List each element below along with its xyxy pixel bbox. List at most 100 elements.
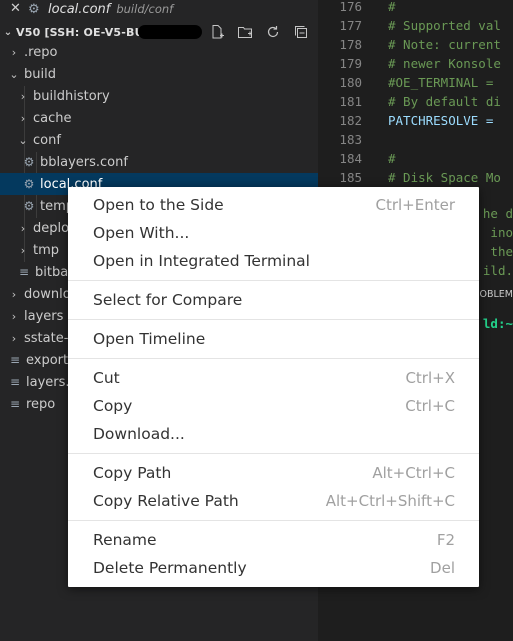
menu-item-shortcut: Ctrl+X <box>405 369 455 387</box>
menu-item-label: Download... <box>93 425 185 443</box>
line-text: # Disk Space Mo <box>388 170 501 185</box>
chevron-right-icon: › <box>20 221 26 235</box>
chevron-right-icon: › <box>11 45 17 59</box>
menu-item-open-integrated-terminal[interactable]: Open in Integrated Terminal <box>68 247 479 275</box>
chevron-down-icon: ⌄ <box>18 133 28 147</box>
chevron-right-icon: › <box>11 287 17 301</box>
terminal-prompt: ld:~ <box>482 316 513 331</box>
menu-item-open-to-side[interactable]: Open to the Side Ctrl+Enter <box>68 191 479 219</box>
settings-file-icon: ⚙ <box>23 177 35 191</box>
line-number: 185 <box>339 170 362 185</box>
chevron-right-icon: › <box>20 243 26 257</box>
menu-item-rename[interactable]: Rename F2 <box>68 526 479 554</box>
context-menu: Open to the Side Ctrl+Enter Open With...… <box>68 187 479 587</box>
tree-item-label: buildhistory <box>33 88 110 104</box>
menu-item-shortcut: Ctrl+Enter <box>375 196 455 214</box>
tree-item-cache[interactable]: › cache <box>0 107 318 129</box>
menu-item-label: Open to the Side <box>93 196 224 214</box>
open-editor-file-name: local.conf <box>48 1 111 17</box>
tree-item-label: downlo <box>24 286 71 302</box>
line-text: the <box>490 244 513 259</box>
menu-item-label: Rename <box>93 531 157 549</box>
tree-item-bblayers-conf[interactable]: ⚙ bblayers.conf <box>0 151 318 173</box>
menu-separator <box>68 453 479 454</box>
tree-item-build[interactable]: ⌄ build <box>0 63 318 85</box>
new-folder-icon[interactable] <box>236 23 254 41</box>
tab-problems[interactable]: OBLEM <box>480 289 513 300</box>
line-text: # newer Konsole <box>388 56 501 71</box>
code-line: 179 # newer Konsole <box>318 54 513 73</box>
line-text: # By default di <box>388 94 501 109</box>
refresh-icon[interactable] <box>264 23 282 41</box>
code-line: 180 #OE_TERMINAL = <box>318 73 513 92</box>
line-number: 183 <box>339 132 362 147</box>
tree-item-label: build <box>24 66 56 82</box>
menu-item-select-for-compare[interactable]: Select for Compare <box>68 286 479 314</box>
line-text: # Supported val <box>388 18 501 33</box>
menu-item-delete-permanently[interactable]: Delete Permanently Del <box>68 554 479 582</box>
menu-item-label: Copy <box>93 397 133 415</box>
code-line: 184 # <box>318 149 513 168</box>
menu-item-shortcut: Alt+Ctrl+C <box>372 464 455 482</box>
menu-item-label: Open With... <box>93 224 190 242</box>
menu-item-shortcut: Ctrl+C <box>405 397 455 415</box>
chevron-right-icon: › <box>20 89 26 103</box>
code-line: 185 # Disk Space Mo <box>318 168 513 187</box>
line-number: 178 <box>339 37 362 52</box>
menu-separator <box>68 358 479 359</box>
tree-item-label: conf <box>33 132 61 148</box>
code-line: 176 # <box>318 0 513 16</box>
close-icon[interactable]: ✕ <box>10 0 26 18</box>
lines-file-icon: ≡ <box>9 353 21 367</box>
menu-item-label: Open in Integrated Terminal <box>93 252 310 270</box>
tree-item-label: cache <box>33 110 72 126</box>
menu-item-label: Copy Relative Path <box>93 492 239 510</box>
menu-item-copy[interactable]: Copy Ctrl+C <box>68 392 479 420</box>
line-number: 181 <box>339 94 362 109</box>
tree-item-buildhistory[interactable]: › buildhistory <box>0 85 318 107</box>
collapse-all-icon[interactable] <box>292 23 310 41</box>
tree-item-label: export <box>26 352 69 368</box>
menu-item-shortcut: Del <box>430 559 455 577</box>
line-text: # <box>388 151 396 166</box>
menu-item-shortcut: Alt+Ctrl+Shift+C <box>325 492 455 510</box>
menu-item-label: Copy Path <box>93 464 172 482</box>
chevron-right-icon: › <box>11 331 17 345</box>
lines-file-icon: ≡ <box>18 265 30 279</box>
tree-item-label: repo <box>26 396 56 412</box>
tree-item-label: tmp <box>33 242 60 258</box>
tree-item-label: layers <box>24 308 64 324</box>
menu-separator <box>68 280 479 281</box>
code-line: 182 PATCHRESOLVE = <box>318 111 513 130</box>
tree-item-label: .repo <box>24 44 58 60</box>
menu-item-open-with[interactable]: Open With... <box>68 219 479 247</box>
line-text: # <box>388 0 396 14</box>
line-number: 176 <box>339 0 362 14</box>
menu-item-label: Select for Compare <box>93 291 243 309</box>
line-text: ino <box>490 225 513 240</box>
tree-item-conf[interactable]: ⌄ conf <box>0 129 318 151</box>
chevron-right-icon: › <box>20 111 26 125</box>
explorer-actions <box>208 23 310 41</box>
settings-file-icon: ⚙ <box>28 1 40 17</box>
settings-file-icon: ⚙ <box>23 199 35 213</box>
tree-item-repo-hidden[interactable]: › .repo <box>0 41 318 63</box>
explorer-section-header[interactable]: ⌄ V50 [SSH: OE-V5-BUILD-T <box>0 21 318 43</box>
tree-item-label: bblayers.conf <box>40 154 128 170</box>
new-file-icon[interactable] <box>208 23 226 41</box>
open-editor-item[interactable]: ✕ ⚙ local.conf build/conf <box>0 0 318 18</box>
line-number: 182 <box>339 113 362 128</box>
line-text: ild. <box>482 263 513 278</box>
menu-item-copy-relative-path[interactable]: Copy Relative Path Alt+Ctrl+Shift+C <box>68 487 479 515</box>
line-number: 184 <box>339 151 362 166</box>
redacted-block <box>138 25 202 39</box>
lines-file-icon: ≡ <box>9 375 21 389</box>
menu-item-copy-path[interactable]: Copy Path Alt+Ctrl+C <box>68 459 479 487</box>
menu-item-open-timeline[interactable]: Open Timeline <box>68 325 479 353</box>
code-line: 177 # Supported val <box>318 16 513 35</box>
line-number: 177 <box>339 18 362 33</box>
chevron-down-icon[interactable]: ⌄ <box>2 27 14 38</box>
menu-item-cut[interactable]: Cut Ctrl+X <box>68 364 479 392</box>
menu-item-download[interactable]: Download... <box>68 420 479 448</box>
menu-item-label: Cut <box>93 369 120 387</box>
